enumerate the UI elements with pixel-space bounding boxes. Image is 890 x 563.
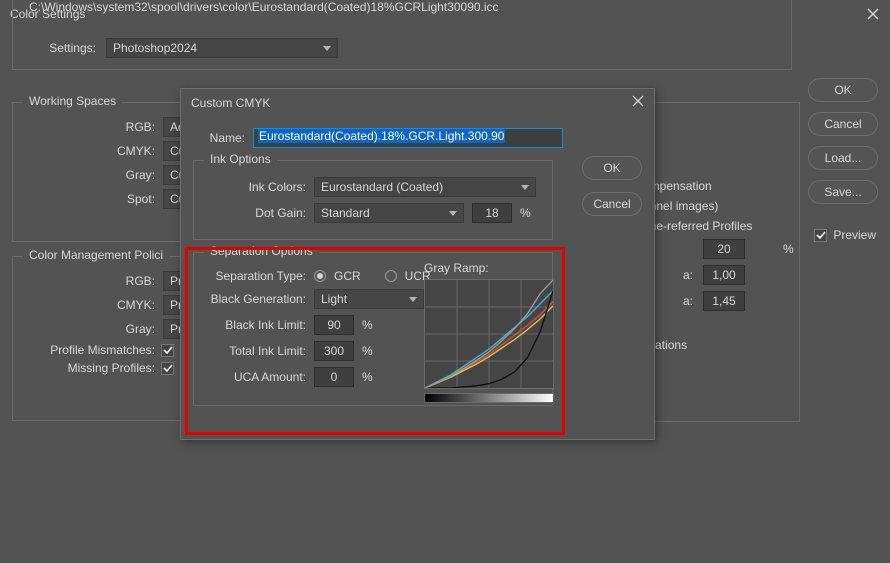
cancel-button[interactable]: Cancel <box>808 112 878 136</box>
rgb-label: RGB: <box>25 120 155 134</box>
gcr-radio[interactable] <box>314 270 326 282</box>
modal-close-icon[interactable] <box>632 95 644 110</box>
spot-label: Spot: <box>25 192 155 206</box>
total-ink-pct: % <box>362 344 373 358</box>
missing-profiles-label: Missing Profiles: <box>25 361 155 375</box>
dot-gain-label: Dot Gain: <box>206 206 306 220</box>
dot-gain-pct: % <box>520 206 531 220</box>
separation-type-label: Separation Type: <box>206 269 306 283</box>
description-group: Description Eurostandard(Coated).18%.GCR… <box>12 0 792 70</box>
policies-legend: Color Management Polici <box>23 248 169 262</box>
gcr-label: GCR <box>334 269 361 283</box>
uca-label: UCA Amount: <box>206 370 306 384</box>
blend-cmyk-value[interactable]: 1,45 <box>703 291 745 311</box>
ok-button[interactable]: OK <box>808 78 878 102</box>
modal-ok-button[interactable]: OK <box>582 156 642 180</box>
total-ink-value[interactable]: 300 <box>314 341 354 361</box>
profile-mismatches-label: Profile Mismatches: <box>25 343 155 357</box>
ink-options-legend: Ink Options <box>204 152 277 166</box>
pol-gray-label: Gray: <box>25 322 155 336</box>
separation-options-legend: Separation Options <box>204 244 319 258</box>
gray-ramp-chart <box>424 279 554 389</box>
ucr-radio[interactable] <box>385 270 397 282</box>
save-button[interactable]: Save... <box>808 180 878 204</box>
description-text: Eurostandard(Coated).18%.GCR.Light.300.9… <box>25 0 779 19</box>
total-ink-label: Total Ink Limit: <box>206 344 306 358</box>
bpc-text: empensation <box>643 179 787 193</box>
gray-label: Gray: <box>25 168 155 182</box>
blend-rgb-value[interactable]: 1,00 <box>703 265 745 285</box>
black-ink-label: Black Ink Limit: <box>206 318 306 332</box>
ink-options-group: Ink Options Ink Colors: Eurostandard (Co… <box>193 160 553 240</box>
dither-text: annel images) <box>643 199 787 213</box>
close-icon[interactable] <box>866 7 880 21</box>
ask-missing-checkbox[interactable] <box>161 362 174 375</box>
dot-gain-dropdown[interactable]: Standard <box>314 203 464 223</box>
black-ink-value[interactable]: 90 <box>314 315 354 335</box>
comp-text: ene-referred Profiles <box>643 219 787 233</box>
pol-rgb-label: RGB: <box>25 274 155 288</box>
uca-value[interactable]: 0 <box>314 367 354 387</box>
pol-cmyk-label: CMYK: <box>25 298 155 312</box>
preview-checkbox[interactable] <box>814 229 827 242</box>
load-button[interactable]: Load... <box>808 146 878 170</box>
name-label: Name: <box>193 131 245 145</box>
cmyk-label: CMYK: <box>25 144 155 158</box>
preview-label: Preview <box>833 228 876 242</box>
black-gen-label: Black Generation: <box>206 292 306 306</box>
working-spaces-legend: Working Spaces <box>23 94 122 108</box>
ink-colors-dropdown[interactable]: Eurostandard (Coated) <box>314 177 536 197</box>
desat-value[interactable]: 20 <box>703 239 745 259</box>
modal-title: Custom CMYK <box>191 96 270 110</box>
separation-options-group: Separation Options Separation Type: GCR … <box>193 252 553 406</box>
name-input[interactable]: Eurostandard(Coated).18%.GCR.Light.300.9… <box>253 128 563 148</box>
dot-gain-value[interactable]: 18 <box>472 203 512 223</box>
ask-open-checkbox[interactable] <box>161 344 174 357</box>
ink-colors-label: Ink Colors: <box>206 180 306 194</box>
uca-pct: % <box>362 370 373 384</box>
black-gen-dropdown[interactable]: Light <box>314 289 424 309</box>
gradient-bar <box>424 393 554 403</box>
modal-cancel-button[interactable]: Cancel <box>582 192 642 216</box>
gray-ramp-label: Gray Ramp: <box>424 261 564 275</box>
black-ink-pct: % <box>362 318 373 332</box>
pct1: % <box>783 242 803 256</box>
custom-cmyk-dialog: Custom CMYK Name: Eurostandard(Coated).1… <box>180 88 655 440</box>
